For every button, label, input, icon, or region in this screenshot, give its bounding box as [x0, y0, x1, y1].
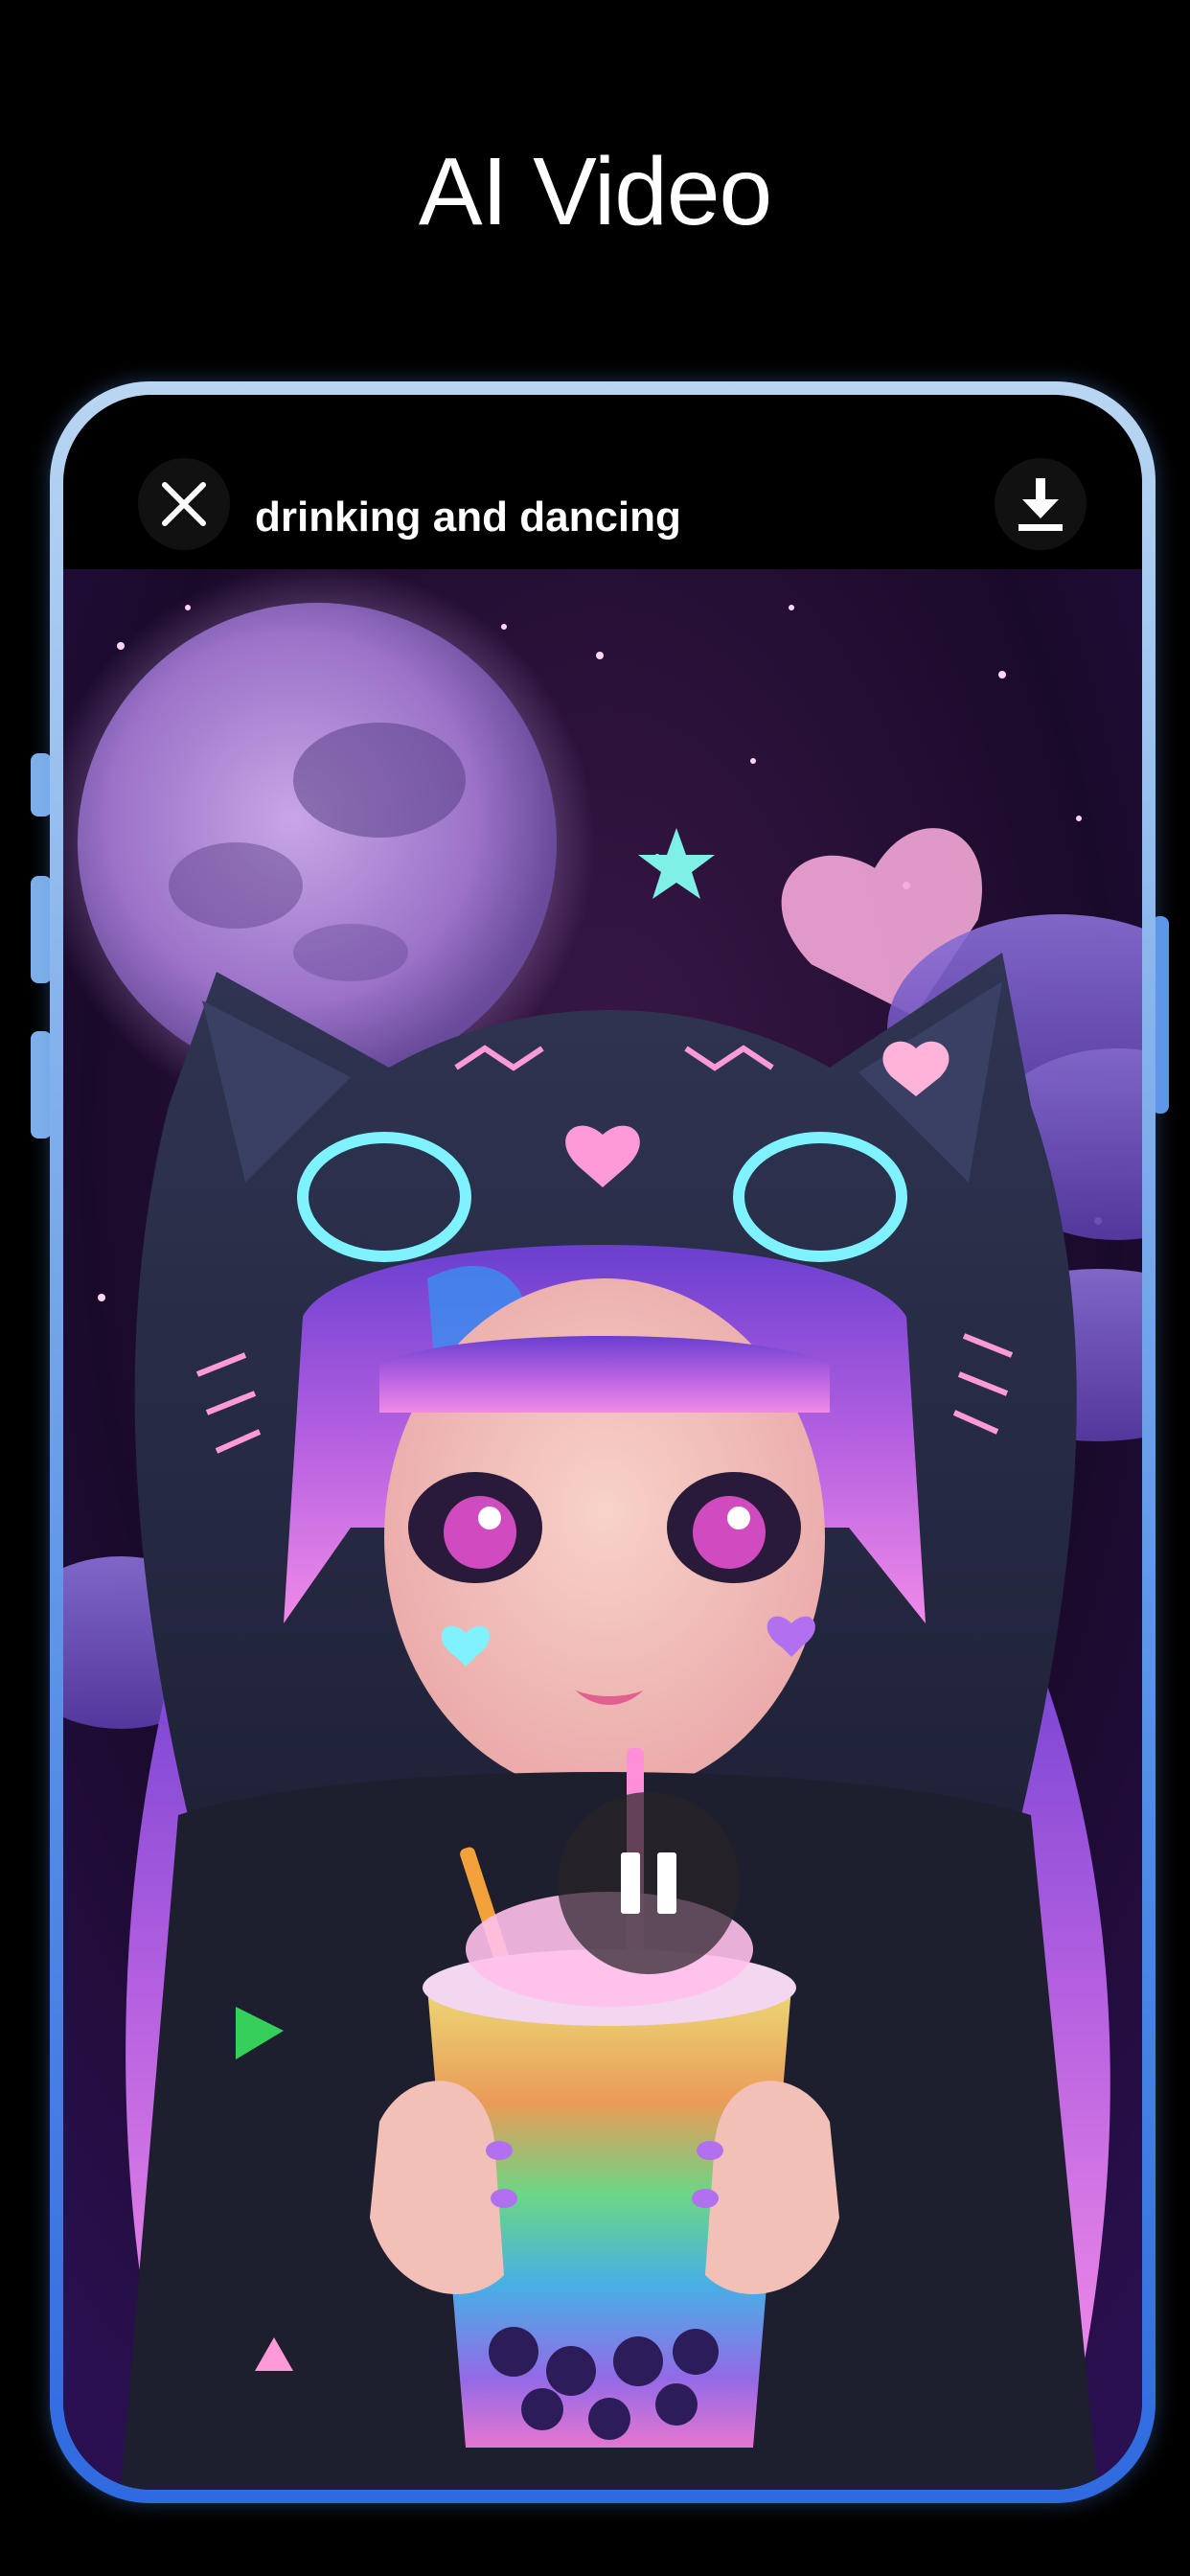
phone-volume-up — [31, 876, 52, 983]
phone-volume-down — [31, 1031, 52, 1138]
video-title: drinking and dancing — [255, 494, 681, 540]
video-player[interactable] — [63, 569, 1142, 2490]
page-headline: AI Video — [418, 138, 772, 245]
close-button[interactable] — [138, 458, 230, 550]
video-frame-illustration — [63, 569, 1142, 2490]
pause-button[interactable] — [558, 1792, 740, 1974]
download-icon — [1018, 478, 1063, 531]
player-top-bar: drinking and dancing — [63, 395, 1142, 569]
phone-screen: drinking and dancing — [63, 395, 1142, 2490]
download-button[interactable] — [995, 458, 1087, 550]
pause-icon — [621, 1852, 676, 1914]
phone-frame: drinking and dancing — [50, 381, 1156, 2503]
close-icon — [162, 482, 206, 526]
phone-mute-switch — [31, 753, 52, 816]
